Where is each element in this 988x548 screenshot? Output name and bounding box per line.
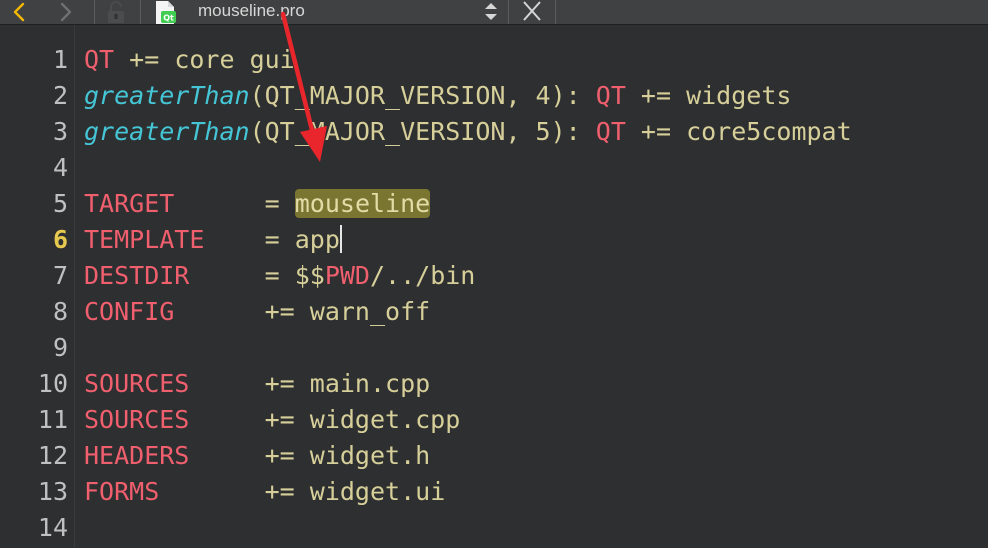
line-number: 3: [52, 117, 68, 146]
code-token: += widget.ui: [159, 477, 446, 506]
svg-text:Qt: Qt: [163, 14, 174, 23]
toolbar-separator: [94, 0, 95, 24]
line-number: 14: [37, 513, 68, 542]
code-line[interactable]: QT += core gui: [84, 42, 295, 78]
code-token: TEMPLATE: [84, 225, 205, 254]
text-cursor: [339, 225, 342, 253]
code-token: QT: [595, 81, 626, 110]
lock-button[interactable]: [104, 0, 128, 24]
toolbar-separator: [508, 0, 509, 24]
line-number: 4: [52, 153, 68, 182]
code-line[interactable]: greaterThan(QT_MAJOR_VERSION, 5): QT += …: [84, 114, 852, 150]
line-number: 9: [52, 333, 68, 362]
code-line[interactable]: TARGET = mouseline: [84, 186, 431, 222]
up-down-arrows-icon: [485, 3, 497, 20]
lock-icon: [108, 1, 124, 23]
code-token: TARGET: [84, 189, 175, 218]
code-token: += widgets: [625, 81, 792, 110]
search-highlight: mouseline: [294, 189, 431, 218]
code-token: += core gui: [114, 45, 295, 74]
code-token: QT: [595, 117, 626, 146]
line-number: 10: [37, 369, 68, 398]
code-token: greaterThan: [84, 117, 250, 146]
back-button[interactable]: [7, 0, 31, 24]
line-number: 13: [37, 477, 68, 506]
code-token: CONFIG: [84, 297, 175, 326]
code-line[interactable]: FORMS += widget.ui: [84, 474, 445, 510]
code-token: = app: [204, 225, 340, 254]
line-number: 12: [37, 441, 68, 470]
code-token: (QT_MAJOR_VERSION, 4):: [249, 81, 596, 110]
line-number: 11: [37, 405, 68, 434]
code-line[interactable]: TEMPLATE = app: [84, 222, 342, 258]
document-name[interactable]: mouseline.pro: [198, 0, 305, 22]
line-number-gutter: 1 2 3 4 5 6 7 8 9 10 11 12 13 14: [0, 25, 75, 548]
toolbar-separator: [140, 0, 141, 24]
line-number: 1: [52, 45, 68, 74]
line-number: 5: [52, 189, 68, 218]
qt-file-icon: Qt: [154, 1, 176, 24]
chevron-right-icon: [60, 2, 72, 22]
forward-button[interactable]: [54, 0, 78, 24]
code-token: QT: [84, 45, 115, 74]
code-token: greaterThan: [84, 81, 250, 110]
code-line[interactable]: HEADERS += widget.h: [84, 438, 430, 474]
code-line[interactable]: SOURCES += widget.cpp: [84, 402, 460, 438]
line-number: 2: [52, 81, 68, 110]
code-token: = $$: [189, 261, 325, 290]
code-token: SOURCES: [84, 405, 190, 434]
chevron-left-icon: [13, 2, 25, 22]
code-token: += warn_off: [174, 297, 431, 326]
code-line[interactable]: SOURCES += main.cpp: [84, 366, 430, 402]
code-token: (QT_MAJOR_VERSION, 5):: [249, 117, 596, 146]
close-document-button[interactable]: [519, 0, 545, 24]
close-icon: [523, 1, 541, 21]
code-token: /../bin: [369, 261, 476, 290]
toolbar-separator: [555, 0, 556, 24]
code-token: += widget.cpp: [189, 405, 461, 434]
code-line[interactable]: DESTDIR = $$PWD/../bin: [84, 258, 475, 294]
line-number: 8: [52, 297, 68, 326]
code-token: += widget.h: [189, 441, 431, 470]
line-number: 7: [52, 261, 68, 290]
line-number: 6: [52, 225, 68, 254]
code-token: += main.cpp: [189, 369, 431, 398]
code-token: PWD: [324, 261, 370, 290]
code-token: HEADERS: [84, 441, 190, 470]
code-token: FORMS: [84, 477, 160, 506]
code-token: DESTDIR: [84, 261, 190, 290]
code-editor[interactable]: 1 2 3 4 5 6 7 8 9 10 11 12 13 14 QT += core gui greate…: [0, 25, 988, 548]
code-token: += core5compat: [625, 117, 852, 146]
code-token: =: [174, 189, 295, 218]
code-line[interactable]: greaterThan(QT_MAJOR_VERSION, 4): QT += …: [84, 78, 791, 114]
code-token: SOURCES: [84, 369, 190, 398]
code-line[interactable]: CONFIG += warn_off: [84, 294, 430, 330]
document-selector-button[interactable]: [482, 0, 500, 24]
editor-toolbar: Qt mouseline.pro: [0, 0, 988, 25]
